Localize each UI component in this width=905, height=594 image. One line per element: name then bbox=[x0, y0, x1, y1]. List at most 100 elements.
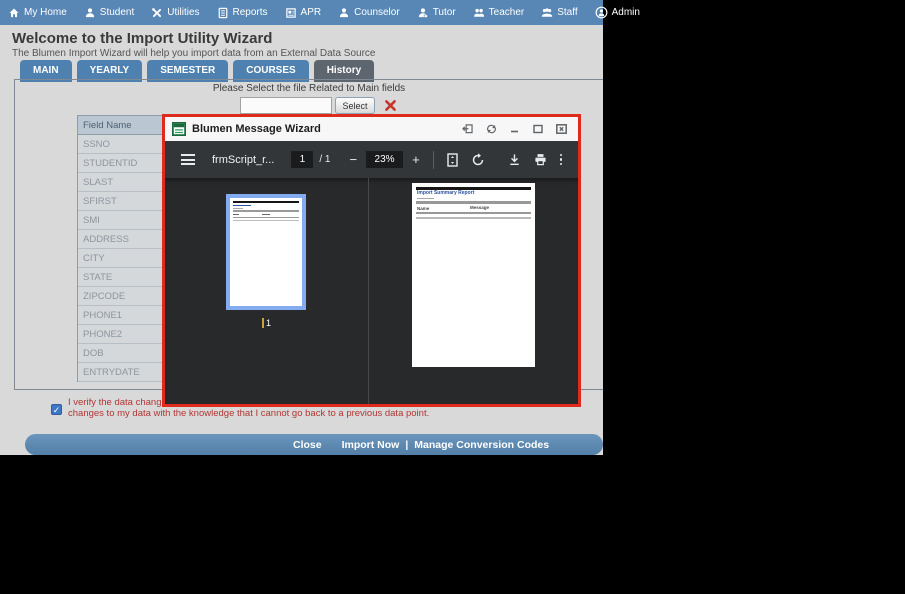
nav-counselor[interactable]: Counselor bbox=[338, 7, 400, 19]
field-row[interactable]: ENTRYDATE bbox=[78, 363, 163, 382]
staff-icon bbox=[541, 7, 553, 17]
report-band bbox=[416, 216, 531, 219]
nav-utilities[interactable]: Utilities bbox=[151, 7, 200, 19]
dialog-titlebar: Blumen Message Wizard bbox=[165, 117, 578, 141]
pdf-main-view: Import Summary Report Name Message bbox=[369, 178, 578, 404]
select-file-button[interactable]: Select bbox=[335, 97, 375, 114]
nav-label: My Home bbox=[24, 7, 67, 18]
field-row[interactable]: SFIRST bbox=[78, 192, 163, 211]
download-icon[interactable] bbox=[508, 153, 521, 166]
thumb-band bbox=[233, 210, 299, 212]
nav-student[interactable]: Student bbox=[84, 7, 134, 19]
report-page: Import Summary Report Name Message bbox=[412, 183, 535, 367]
bar-separator: | bbox=[405, 438, 409, 451]
top-nav: My Home Student Utilities Reports APR Co… bbox=[0, 0, 640, 25]
thumb-title-line bbox=[233, 204, 251, 206]
nav-label: APR bbox=[300, 7, 322, 18]
minimize-icon[interactable] bbox=[510, 124, 520, 134]
thumb-col-line bbox=[233, 213, 239, 215]
thumb-band bbox=[233, 219, 299, 222]
page-number-input[interactable] bbox=[291, 151, 314, 168]
field-row[interactable]: DOB bbox=[78, 344, 163, 363]
admin-icon bbox=[595, 6, 608, 19]
nav-teacher[interactable]: Teacher bbox=[473, 7, 525, 19]
zoom-in-button[interactable]: + bbox=[412, 153, 420, 166]
field-table: Field Name SSNO STUDENTID SLAST SFIRST S… bbox=[77, 115, 164, 382]
page-total: 1 bbox=[324, 154, 331, 165]
page-subtitle: The Blumen Import Wizard will help you i… bbox=[12, 48, 376, 59]
field-row[interactable]: PHONE1 bbox=[78, 306, 163, 325]
nav-tutor[interactable]: Tutor bbox=[417, 7, 456, 19]
field-row[interactable]: SSNO bbox=[78, 135, 163, 154]
field-row[interactable]: STUDENTID bbox=[78, 154, 163, 173]
dialog-title: Blumen Message Wizard bbox=[192, 123, 321, 135]
report-col-name: Name bbox=[417, 206, 430, 211]
page-thumbnail[interactable] bbox=[226, 194, 306, 310]
student-icon bbox=[85, 7, 94, 17]
field-row[interactable]: ZIPCODE bbox=[78, 287, 163, 306]
undock-icon[interactable] bbox=[462, 124, 473, 134]
nav-label: Utilities bbox=[167, 7, 200, 18]
verify-line2: changes to my data with the knowledge th… bbox=[68, 408, 430, 419]
pdf-content-area: 1 Import Summary Report Name Message bbox=[165, 178, 578, 404]
nav-label: Counselor bbox=[354, 7, 400, 18]
nav-admin[interactable]: Admin bbox=[595, 6, 640, 19]
field-row[interactable]: PHONE2 bbox=[78, 325, 163, 344]
print-icon[interactable] bbox=[534, 153, 547, 166]
thumb-header-bar bbox=[233, 201, 299, 203]
toolbar-divider bbox=[432, 150, 434, 169]
zoom-out-button[interactable]: − bbox=[349, 153, 357, 166]
manage-conversion-codes-button[interactable]: Manage Conversion Codes bbox=[414, 439, 549, 451]
nav-label: Student bbox=[99, 7, 135, 18]
zoom-level[interactable]: 23% bbox=[366, 151, 404, 168]
rotate-icon[interactable] bbox=[471, 152, 485, 167]
field-row[interactable]: ADDRESS bbox=[78, 230, 163, 249]
menu-icon[interactable] bbox=[181, 152, 195, 168]
report-text-line bbox=[417, 197, 434, 199]
file-select-row: Select bbox=[240, 97, 397, 114]
file-prompt: Please Select the file Related to Main f… bbox=[212, 83, 406, 94]
close-button[interactable]: Close bbox=[293, 439, 322, 451]
verify-checkbox[interactable]: ✓ bbox=[51, 404, 62, 415]
pdf-toolbar: frmScript_r... / 1 − 23% + bbox=[165, 141, 578, 178]
teacher-icon bbox=[473, 8, 484, 17]
nav-reports[interactable]: Reports bbox=[217, 7, 268, 19]
blumen-message-wizard-dialog: Blumen Message Wizard frmScript_r... / 1… bbox=[162, 114, 581, 407]
tutor-icon bbox=[418, 7, 428, 18]
file-path-input[interactable] bbox=[240, 97, 332, 114]
more-options-icon[interactable] bbox=[559, 152, 562, 168]
maximize-icon[interactable] bbox=[533, 124, 543, 134]
report-doc-icon bbox=[172, 122, 186, 136]
home-icon bbox=[9, 8, 19, 17]
bottom-action-bar: Close Import Now | Manage Conversion Cod… bbox=[25, 434, 603, 455]
clear-file-icon[interactable] bbox=[384, 99, 397, 112]
nav-label: Reports bbox=[232, 7, 268, 18]
nav-label: Teacher bbox=[488, 7, 525, 18]
field-row[interactable]: CITY bbox=[78, 249, 163, 268]
fit-page-icon[interactable] bbox=[446, 152, 458, 167]
counselor-icon bbox=[339, 7, 349, 17]
field-table-header: Field Name bbox=[78, 116, 163, 135]
nav-label: Staff bbox=[557, 7, 578, 18]
page-separator: / bbox=[319, 154, 323, 165]
reports-icon bbox=[218, 7, 227, 18]
thumbnail-page-number: 1 bbox=[165, 318, 368, 328]
field-row[interactable]: STATE bbox=[78, 268, 163, 287]
close-icon[interactable] bbox=[556, 124, 567, 134]
sync-icon[interactable] bbox=[486, 124, 497, 134]
nav-label: Tutor bbox=[432, 7, 456, 18]
thumb-band bbox=[233, 216, 299, 219]
nav-staff[interactable]: Staff bbox=[541, 7, 578, 19]
import-now-button[interactable]: Import Now bbox=[342, 439, 400, 451]
page-title: Welcome to the Import Utility Wizard bbox=[12, 30, 273, 47]
nav-apr[interactable]: APR bbox=[285, 7, 322, 19]
thumbnail-panel: 1 bbox=[165, 178, 368, 404]
utilities-icon bbox=[152, 7, 162, 17]
nav-label: Admin bbox=[611, 7, 640, 18]
field-row[interactable]: SMI bbox=[78, 211, 163, 230]
thumb-col-line bbox=[262, 213, 270, 215]
pdf-filename: frmScript_r... bbox=[212, 153, 275, 166]
field-row[interactable]: SLAST bbox=[78, 173, 163, 192]
nav-my-home[interactable]: My Home bbox=[8, 7, 67, 19]
apr-icon bbox=[285, 7, 296, 18]
